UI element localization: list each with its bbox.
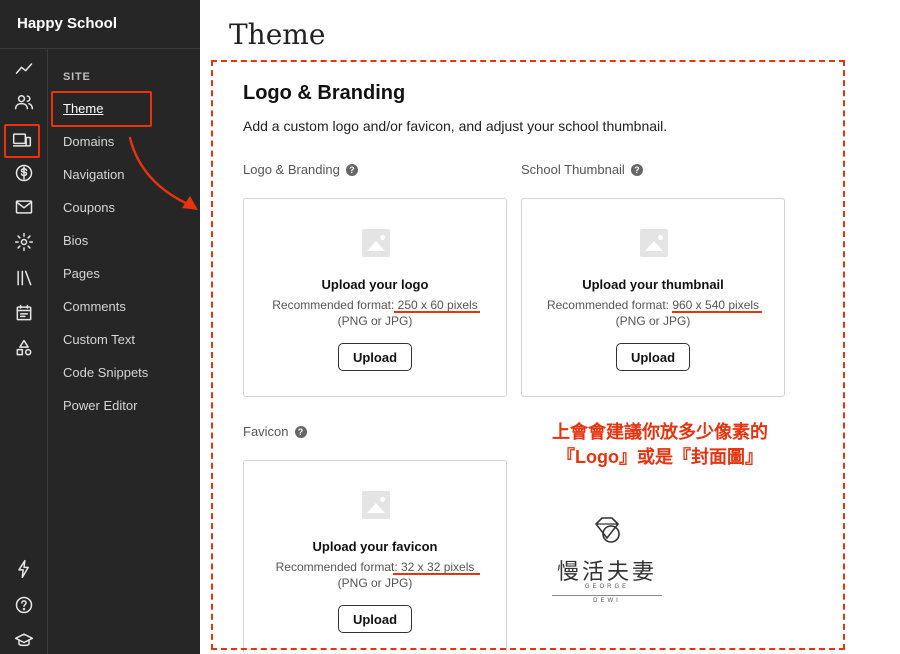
- menu-item-navigation[interactable]: Navigation: [63, 167, 124, 182]
- annotation-underline: [394, 311, 480, 313]
- logo-label-text: Logo & Branding: [243, 162, 340, 177]
- image-placeholder-icon: [640, 229, 668, 257]
- image-placeholder-icon: [362, 491, 390, 519]
- bolt-icon[interactable]: [12, 557, 36, 581]
- help-icon[interactable]: ?: [630, 163, 643, 176]
- help-icon[interactable]: ?: [294, 425, 307, 438]
- gear-icon[interactable]: [12, 230, 36, 254]
- thumbnail-label-text: School Thumbnail: [521, 162, 625, 177]
- brand-logo: 慢活夫妻 GEORGE DEWI: [552, 514, 662, 609]
- thumbnail-upload-box[interactable]: Upload your thumbnail Recommended format…: [521, 198, 785, 397]
- favicon-format: Recommended format: 32 x 32 pixels: [244, 560, 506, 574]
- upload-favicon-title: Upload your favicon: [312, 539, 438, 554]
- menu-item-coupons[interactable]: Coupons: [63, 200, 115, 215]
- annotation-underline: [393, 573, 480, 575]
- format-size: 32 x 32 pixels: [401, 560, 475, 574]
- page-title: Theme: [229, 18, 326, 51]
- menu-item-code-snippets[interactable]: Code Snippets: [63, 365, 148, 380]
- annotation-underline: [672, 311, 762, 313]
- calendar-icon[interactable]: [12, 301, 36, 325]
- upload-logo-title: Upload your logo: [321, 277, 429, 292]
- devices-icon[interactable]: [5, 125, 39, 155]
- card-title: Logo & Branding: [243, 82, 406, 104]
- sidebar: Happy School SITE Theme Domains Navigati…: [0, 0, 200, 654]
- logo-format: Recommended format: 250 x 60 pixels: [244, 298, 506, 312]
- logo-sub-dewi: DEWI: [593, 598, 621, 604]
- upload-logo-button[interactable]: Upload: [338, 343, 412, 371]
- format-prefix: Recommended format:: [272, 298, 398, 312]
- diamond-logo-icon: [594, 517, 620, 543]
- annotation-arrow-icon: [128, 136, 198, 210]
- annotation-line-2: 『Logo』或是『封面圖』: [557, 447, 763, 467]
- logo-upload-box[interactable]: Upload your logo Recommended format: 250…: [243, 198, 507, 397]
- favicon-label-text: Favicon: [243, 424, 289, 439]
- upload-thumbnail-title: Upload your thumbnail: [582, 277, 724, 292]
- upload-favicon-button[interactable]: Upload: [338, 605, 412, 633]
- format-size: 960 x 540 pixels: [672, 298, 760, 312]
- menu-item-domains[interactable]: Domains: [63, 134, 114, 149]
- trend-icon[interactable]: [12, 57, 36, 81]
- thumbnail-format: Recommended format: 960 x 540 pixels: [522, 298, 784, 312]
- card-description: Add a custom logo and/or favicon, and ad…: [243, 118, 668, 134]
- logo-format-type: (PNG or JPG): [337, 314, 413, 328]
- help-icon[interactable]: [12, 593, 36, 617]
- favicon-field-label: Favicon ?: [243, 424, 307, 439]
- menu-item-theme[interactable]: Theme: [63, 101, 103, 116]
- users-icon[interactable]: [12, 90, 36, 114]
- section-label-site: SITE: [63, 71, 91, 83]
- logo-field-label: Logo & Branding ?: [243, 162, 358, 177]
- shapes-icon[interactable]: [12, 336, 36, 360]
- icon-rail: [0, 49, 48, 654]
- favicon-upload-box[interactable]: Upload your favicon Recommended format: …: [243, 460, 507, 654]
- brand-header: Happy School: [0, 0, 200, 49]
- menu-item-comments[interactable]: Comments: [63, 299, 126, 314]
- graduation-icon[interactable]: [12, 628, 36, 652]
- thumbnail-format-type: (PNG or JPG): [615, 314, 691, 328]
- logo-sub-george: GEORGE: [584, 584, 630, 590]
- annotation-line-1: 上會會建議你放多少像素的: [552, 422, 768, 442]
- format-prefix: Recommended format:: [546, 298, 673, 312]
- logo-divider: [552, 595, 662, 596]
- menu-item-bios[interactable]: Bios: [63, 233, 88, 248]
- mail-icon[interactable]: [12, 195, 36, 219]
- library-icon[interactable]: [12, 266, 36, 290]
- school-name[interactable]: Happy School: [17, 15, 117, 32]
- annotation-text: 上會會建議你放多少像素的 『Logo』或是『封面圖』: [530, 420, 790, 470]
- format-prefix: Recommended format:: [275, 560, 401, 574]
- logo-wordmark: 慢活夫妻: [556, 560, 657, 585]
- upload-thumbnail-button[interactable]: Upload: [616, 343, 690, 371]
- favicon-format-type: (PNG or JPG): [337, 576, 413, 590]
- help-icon[interactable]: ?: [345, 163, 358, 176]
- thumbnail-field-label: School Thumbnail ?: [521, 162, 643, 177]
- image-placeholder-icon: [362, 229, 390, 257]
- menu-item-power-editor[interactable]: Power Editor: [63, 398, 137, 413]
- menu-item-pages[interactable]: Pages: [63, 266, 100, 281]
- format-size: 250 x 60 pixels: [397, 298, 478, 312]
- menu-item-custom-text[interactable]: Custom Text: [63, 332, 135, 347]
- dollar-icon[interactable]: [12, 161, 36, 185]
